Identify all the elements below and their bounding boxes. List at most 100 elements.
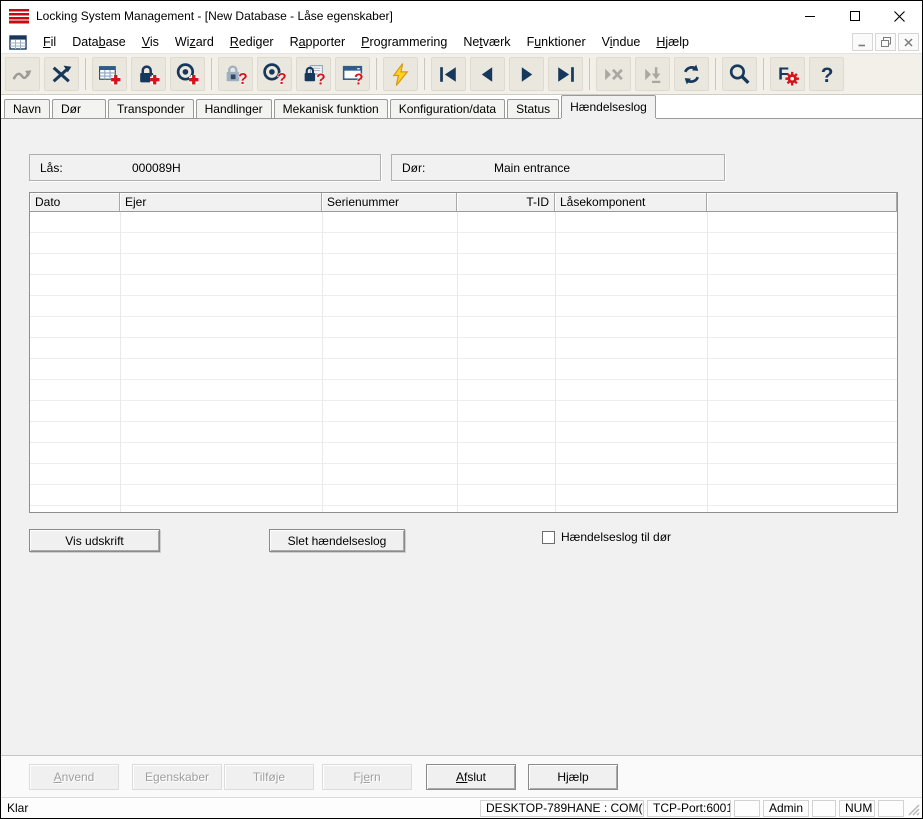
lock-plus-icon bbox=[136, 62, 161, 87]
menu-rediger[interactable]: Rediger bbox=[222, 33, 282, 51]
read-lock-button[interactable]: ? bbox=[218, 57, 253, 91]
filter-button[interactable]: F bbox=[770, 57, 805, 91]
tab-navn[interactable]: Navn bbox=[4, 99, 50, 118]
exit-button[interactable]: Afslut bbox=[426, 764, 516, 790]
jump-arrow-icon bbox=[10, 62, 35, 87]
first-record-icon bbox=[436, 62, 461, 87]
tab-konfiguration-data[interactable]: Konfiguration/data bbox=[390, 99, 505, 118]
tab-mekanisk-funktion[interactable]: Mekanisk funktion bbox=[274, 99, 388, 118]
menu-netvaerk[interactable]: Netværk bbox=[455, 33, 518, 51]
lock-value: 000089H bbox=[132, 161, 181, 175]
status-num-lock: NUM bbox=[839, 800, 875, 817]
previous-record-icon bbox=[475, 62, 500, 87]
new-lock-button[interactable] bbox=[131, 57, 166, 91]
event-log-to-door-checkbox[interactable] bbox=[542, 531, 555, 544]
toolbar-separator bbox=[589, 58, 590, 90]
event-log-to-door-label: Hændelseslog til dør bbox=[561, 530, 671, 544]
svg-text:?: ? bbox=[354, 71, 364, 87]
status-tcp-port: TCP-Port:6001 bbox=[647, 800, 731, 817]
mdi-minimize-button[interactable] bbox=[852, 33, 873, 51]
status-empty-panel bbox=[812, 800, 836, 817]
minimize-icon bbox=[804, 10, 816, 22]
table-body-empty bbox=[30, 212, 897, 512]
goto-record-button[interactable] bbox=[635, 57, 670, 91]
program-button[interactable] bbox=[383, 57, 418, 91]
read-transponder-button[interactable]: ? bbox=[257, 57, 292, 91]
menu-fil[interactable]: Fil bbox=[35, 33, 64, 51]
view-print-button[interactable]: Vis udskrift bbox=[29, 529, 160, 552]
cancel-record-button[interactable] bbox=[596, 57, 631, 91]
resize-grip[interactable] bbox=[907, 800, 921, 817]
delete-event-log-button[interactable]: Slet hændelseslog bbox=[269, 529, 405, 552]
mdi-restore-icon bbox=[880, 36, 892, 48]
refresh-button[interactable] bbox=[674, 57, 709, 91]
disconnect-button[interactable] bbox=[44, 57, 79, 91]
menu-vis[interactable]: Vis bbox=[134, 33, 167, 51]
maximize-button[interactable] bbox=[832, 1, 877, 31]
window-title: Locking System Management - [New Databas… bbox=[36, 9, 787, 23]
menu-programmering[interactable]: Programmering bbox=[353, 33, 455, 51]
mdi-minimize-icon bbox=[857, 37, 868, 48]
menu-vindue[interactable]: Vindue bbox=[594, 33, 649, 51]
last-record-button[interactable] bbox=[548, 57, 583, 91]
lock-card-question-icon: ? bbox=[301, 62, 326, 87]
mdi-restore-button[interactable] bbox=[875, 33, 896, 51]
title-bar: Locking System Management - [New Databas… bbox=[1, 1, 922, 31]
last-record-icon bbox=[553, 62, 578, 87]
table-header: Dato Ejer Serienummer T-ID Låsekomponent bbox=[30, 193, 897, 212]
window-controls bbox=[787, 1, 922, 31]
minimize-button[interactable] bbox=[787, 1, 832, 31]
flash-icon bbox=[388, 62, 413, 87]
column-header-empty[interactable] bbox=[707, 193, 897, 212]
tab-doer[interactable]: Dør bbox=[52, 99, 106, 118]
jump-record-button[interactable] bbox=[5, 57, 40, 91]
help-button[interactable]: ? bbox=[809, 57, 844, 91]
column-header-laasekomponent[interactable]: Låsekomponent bbox=[555, 193, 707, 212]
menu-wizard[interactable]: Wizard bbox=[167, 33, 222, 51]
svg-text:F: F bbox=[778, 63, 789, 83]
event-log-page: Lås: 000089H Dør: Main entrance Dato Eje… bbox=[1, 118, 922, 755]
column-header-tid[interactable]: T-ID bbox=[457, 193, 555, 212]
apply-button: Anvend bbox=[29, 764, 119, 790]
column-header-ejer[interactable]: Ejer bbox=[120, 193, 322, 212]
remove-button: Fjern bbox=[322, 764, 412, 790]
svg-text:?: ? bbox=[316, 71, 326, 87]
transponder-question-icon: ? bbox=[262, 62, 287, 87]
read-order-button[interactable]: ? bbox=[335, 57, 370, 91]
search-button[interactable] bbox=[722, 57, 757, 91]
tab-handlinger[interactable]: Handlinger bbox=[196, 99, 272, 118]
properties-button: Egenskaber bbox=[132, 764, 222, 790]
menu-rapporter[interactable]: Rapporter bbox=[282, 33, 354, 51]
next-record-button[interactable] bbox=[509, 57, 544, 91]
cancel-record-icon bbox=[601, 62, 626, 87]
menu-database[interactable]: Database bbox=[64, 33, 134, 51]
status-empty-panel bbox=[734, 800, 760, 817]
event-log-table: Dato Ejer Serienummer T-ID Låsekomponent bbox=[29, 192, 898, 513]
app-logo-icon[interactable] bbox=[9, 9, 29, 24]
menu-bar: Fil Database Vis Wizard Rediger Rapporte… bbox=[1, 31, 922, 54]
lock-question-icon: ? bbox=[223, 62, 248, 87]
status-user: Admin bbox=[763, 800, 809, 817]
filter-gear-icon: F bbox=[775, 62, 800, 87]
toolbar: ? ? ? ? bbox=[1, 54, 922, 95]
first-record-button[interactable] bbox=[431, 57, 466, 91]
question-icon: ? bbox=[814, 62, 839, 87]
help-footer-button[interactable]: Hjælp bbox=[528, 764, 618, 790]
tab-transponder[interactable]: Transponder bbox=[108, 99, 194, 118]
column-header-serienummer[interactable]: Serienummer bbox=[322, 193, 457, 212]
svg-text:?: ? bbox=[821, 63, 834, 86]
menu-hjaelp[interactable]: Hjælp bbox=[648, 33, 697, 51]
new-locking-plan-button[interactable] bbox=[92, 57, 127, 91]
menu-funktioner[interactable]: Funktioner bbox=[519, 33, 594, 51]
previous-record-button[interactable] bbox=[470, 57, 505, 91]
tab-status[interactable]: Status bbox=[507, 99, 559, 118]
new-transponder-button[interactable] bbox=[170, 57, 205, 91]
close-icon bbox=[893, 10, 906, 23]
transponder-plus-icon bbox=[175, 62, 200, 87]
mdi-close-button[interactable] bbox=[898, 33, 919, 51]
read-lock-data-button[interactable]: ? bbox=[296, 57, 331, 91]
tab-haendelseslog[interactable]: Hændelseslog bbox=[561, 95, 656, 118]
close-button[interactable] bbox=[877, 1, 922, 31]
column-header-dato[interactable]: Dato bbox=[30, 193, 120, 212]
document-icon[interactable] bbox=[9, 35, 27, 50]
